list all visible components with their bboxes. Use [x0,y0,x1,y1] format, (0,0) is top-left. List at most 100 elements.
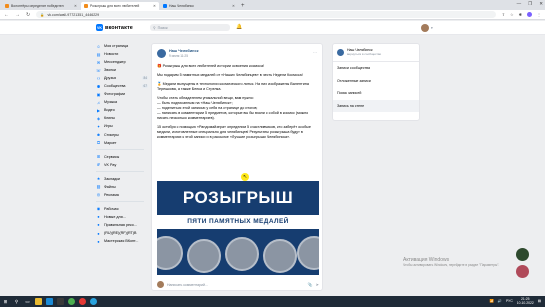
user-menu[interactable]: ▾ [421,24,433,32]
profile-avatar[interactable] [527,12,532,17]
comment-input[interactable]: Написать комментарий... [167,283,305,287]
browser-toolbar: ← → ↻ 🔒 vk.com/wall-97721351_4446229 ⇪ ☆… [0,10,545,20]
back-icon[interactable]: ← [4,12,9,18]
attach-icon[interactable]: 📎 [308,282,313,287]
telegram-icon[interactable] [90,298,97,305]
menu-item[interactable]: ♫ Музыка [96,98,148,106]
panel-item-postponed[interactable]: Отложенные записи [333,75,419,88]
menu-separator [96,148,144,150]
language-indicator[interactable]: РУС [506,299,513,303]
network-icon[interactable]: 📶 [490,299,494,303]
clips-icon: ◈ [96,115,101,121]
close-window-button[interactable]: ✕ [539,1,543,7]
vk-search-input[interactable]: ⚲ Поиск [150,24,230,31]
menu-item[interactable]: ★ Закладки [96,175,148,183]
menu-item[interactable]: ● (RU)(RE)(RF)(RT)B [96,229,148,237]
chat-avatar[interactable] [516,248,529,261]
menu-item[interactable]: ▣ Фотографии [96,90,148,98]
menu-item[interactable]: ▤ Новости [96,50,148,58]
promo-image[interactable]: РОЗЫГРЫШ ПЯТИ ПАМЯТНЫХ МЕДАЛЕЙ [157,181,319,275]
start-icon[interactable]: ⊞ [2,298,9,305]
menu-item[interactable]: ☏ Звонки [96,66,148,74]
notifications-bell-icon[interactable]: 🔔 [236,24,242,30]
post-paragraph: Чтобы стать обладателем уникальной вещи,… [157,96,309,120]
right-panel: Наш Челябинск вернуться в сообщество Зап… [332,43,420,121]
chrome-icon[interactable] [68,298,75,305]
extensions-icon[interactable]: ✱ [519,12,522,17]
community-avatar[interactable] [157,49,166,58]
send-icon[interactable]: ➤ [316,282,319,287]
post-author[interactable]: Наш Челябинск [169,49,198,53]
maximize-button[interactable]: ❐ [528,1,532,7]
menu-item-label: Моя страница [104,44,129,49]
windows-activation-watermark: Активация Windows Чтобы активировать Win… [403,257,508,267]
post-time[interactable]: 9 июля 11:25 [169,54,198,58]
browser-tabbar: Волонтёры определят победител ✕ Розыгрыш… [0,0,545,10]
menu-item[interactable]: ▶ Видео [96,106,148,114]
menu-item[interactable]: ⛋ Маркет [96,139,148,147]
star-icon[interactable]: ☆ [510,12,514,17]
menu-item[interactable]: ⚇ Друзья 84 [96,74,148,82]
yandex-browser-icon[interactable] [79,298,86,305]
address-bar[interactable]: 🔒 vk.com/wall-97721351_4446229 [36,11,496,18]
menu-item-label: Правильная реко... [104,222,137,227]
task-view-icon[interactable]: ▭ [24,298,31,305]
forward-icon[interactable]: → [15,12,20,18]
chat-avatar[interactable] [516,265,529,278]
menu-item[interactable]: ◈ Клипы [96,114,148,122]
video-icon: ▶ [96,107,101,113]
tab-close-icon[interactable]: ✕ [74,4,77,8]
menu-item-label: Музыка [104,100,118,105]
vk-logo-icon: VK [96,24,103,31]
menu-item[interactable]: ▧ Файлы [96,183,148,191]
more-icon[interactable]: ⋯ [313,50,317,55]
browser-menu-icon[interactable]: ⋮ [537,12,541,17]
menu-item[interactable]: ⊞ Сервисы [96,153,148,161]
minimize-button[interactable]: — [517,1,522,7]
tab-close-icon[interactable]: ✕ [232,4,235,8]
menu-item[interactable]: ● Мастерская ВКонт... [96,237,148,245]
browser-tab[interactable]: Волонтёры определят победител ✕ [2,2,80,10]
menu-item[interactable]: ◉ Рабочая [96,205,148,213]
volume-icon[interactable]: 🔊 [498,299,502,303]
share-icon[interactable]: ⇪ [502,12,505,17]
store-icon[interactable] [57,298,64,305]
vk-logo-text: вконтакте [105,24,133,31]
tab-close-icon[interactable]: ✕ [153,4,156,8]
menu-item-label: Закладки [104,176,120,181]
menu-item[interactable]: ● Правильная реко... [96,221,148,229]
menu-item[interactable]: ● Новые для... [96,213,148,221]
panel-item-wall-post[interactable]: Запись на стене [333,99,419,112]
menu-item-label: Реклама [104,192,119,197]
vk-logo[interactable]: VK вконтакте [96,24,133,31]
reload-icon[interactable]: ↻ [26,12,30,18]
medal-image [297,236,319,270]
menu-item[interactable]: ₽ VK Pay [96,161,148,169]
menu-item-label: Стикеры [104,132,119,137]
clock[interactable]: 21:25 10.10.2022 [517,297,534,306]
menu-item[interactable]: ⚉ Сообщества 67 [96,82,148,90]
post-paragraph: Мы подарим 5 памятных медалей от «Наших … [157,73,303,77]
explorer-icon[interactable] [35,298,42,305]
menu-item[interactable]: ☻ Стикеры [96,131,148,139]
community-link-icon: ● [97,214,100,220]
browser-tab-active[interactable]: Розыгрыш для всех любителей ✕ [81,2,159,10]
left-menu: ☺ Моя страница ▤ Новости ✉ Мессенджер ☏ Звонки ⚇… [96,42,148,245]
community-link-icon: ● [97,222,100,228]
edge-icon[interactable] [46,298,53,305]
menu-item-label: Друзья [104,76,116,81]
community-link[interactable]: Наш Челябинск вернуться в сообщество [333,44,419,62]
photos-icon: ▣ [96,91,101,97]
search-icon[interactable]: ⚲ [13,298,20,305]
browser-tab[interactable]: Наш Челябинск ✕ [160,2,238,10]
menu-item[interactable]: ◎ Реклама [96,191,148,199]
notifications-icon[interactable]: ▤ [538,299,541,303]
panel-item-search-posts[interactable]: Поиск записей [333,87,419,100]
menu-item[interactable]: ☺ Моя страница [96,42,148,50]
menu-item-label: Сообщества [104,84,126,89]
menu-item[interactable]: ✉ Мессенджер [96,58,148,66]
menu-item-label: Звонки [104,68,116,73]
menu-item[interactable]: ✦ Игры [96,122,148,130]
panel-item-community-posts[interactable]: Записи сообщества [333,62,419,75]
new-tab-button[interactable]: + [241,2,245,10]
